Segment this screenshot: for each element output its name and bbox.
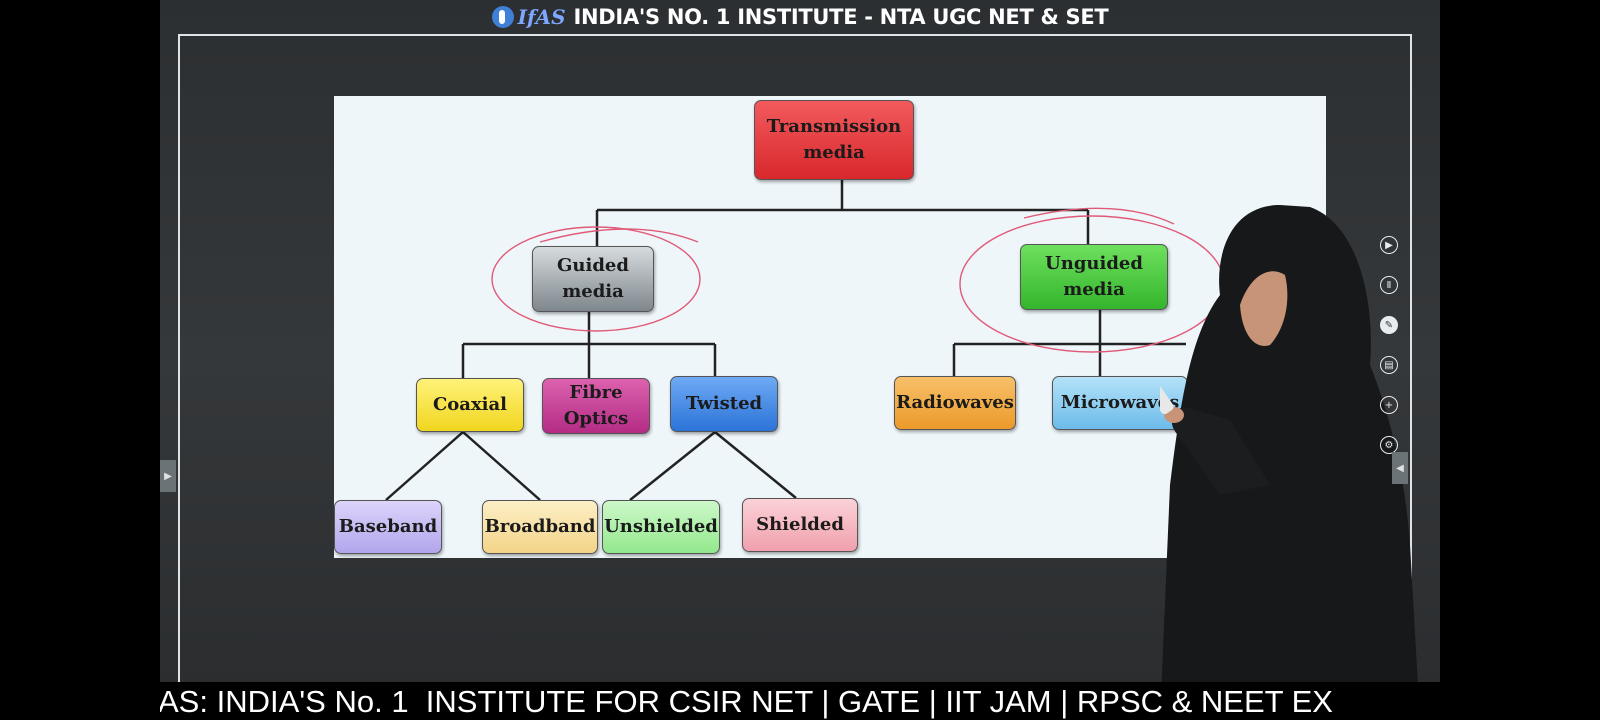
node-unguided-media: Unguided media bbox=[1020, 244, 1168, 310]
node-unshielded: Unshielded bbox=[602, 500, 720, 554]
video-frame: IfAS INDIA'S NO. 1 INSTITUTE - NTA UGC N… bbox=[160, 0, 1440, 720]
board-toolbar: ▶ Ⅱ ✎ ▤ + ⚙ bbox=[1380, 236, 1400, 476]
news-ticker: AS: INDIA'S No. 1 INSTITUTE FOR CSIR NET… bbox=[160, 682, 1440, 720]
header-title: INDIA'S NO. 1 INSTITUTE - NTA UGC NET & … bbox=[573, 5, 1109, 29]
node-broadband: Broadband bbox=[482, 500, 598, 554]
node-shielded: Shielded bbox=[742, 498, 858, 552]
layers-icon[interactable]: ▤ bbox=[1380, 356, 1398, 374]
node-radiowaves: Radiowaves bbox=[894, 376, 1016, 430]
node-baseband: Baseband bbox=[334, 500, 442, 554]
logo-text: IfAS bbox=[517, 5, 566, 29]
logo-mark-icon bbox=[491, 6, 514, 28]
node-twisted: Twisted bbox=[670, 376, 778, 432]
node-guided-media: Guided media bbox=[532, 246, 654, 312]
brand-logo: IfAS bbox=[491, 5, 566, 29]
channel-header: IfAS INDIA'S NO. 1 INSTITUTE - NTA UGC N… bbox=[160, 0, 1440, 34]
node-fibre-optics: Fibre Optics bbox=[542, 378, 650, 434]
node-transmission-media: Transmission media bbox=[754, 100, 914, 180]
left-panel-toggle-icon[interactable]: ▶ bbox=[160, 460, 176, 492]
right-panel-toggle-icon[interactable]: ◀ bbox=[1392, 452, 1408, 484]
ticker-text: AS: INDIA'S No. 1 INSTITUTE FOR CSIR NET… bbox=[160, 684, 1333, 719]
play-icon[interactable]: ▶ bbox=[1380, 236, 1398, 254]
pen-icon[interactable]: ✎ bbox=[1380, 316, 1398, 334]
add-icon[interactable]: + bbox=[1380, 396, 1398, 414]
node-coaxial: Coaxial bbox=[416, 378, 524, 432]
pause-icon[interactable]: Ⅱ bbox=[1380, 276, 1398, 294]
